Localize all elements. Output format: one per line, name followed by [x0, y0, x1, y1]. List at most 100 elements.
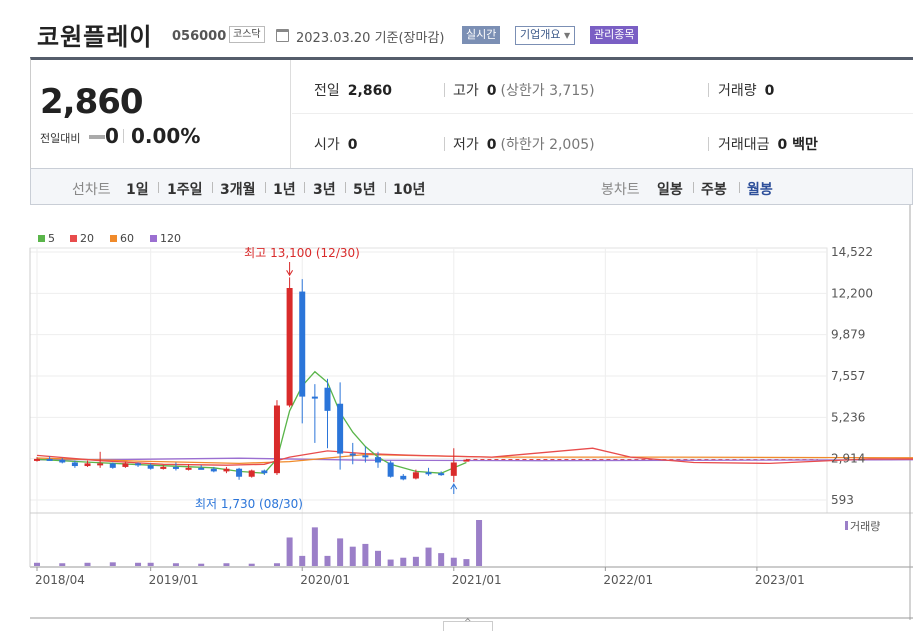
- volume-bar: [273, 563, 280, 566]
- period-10y[interactable]: 10년: [393, 179, 425, 199]
- candle-body: [400, 475, 407, 480]
- period-3y[interactable]: 3년: [313, 179, 336, 199]
- candle-body: [46, 458, 53, 461]
- candles: [34, 277, 470, 483]
- ma20-line: [36, 447, 913, 466]
- volume-value: 0: [764, 83, 775, 99]
- legend-label: 5: [48, 232, 55, 245]
- period-1y[interactable]: 1년: [273, 179, 296, 199]
- candle-body: [375, 457, 382, 463]
- company-overview-label: 기업개요: [520, 28, 561, 41]
- candle-body: [223, 468, 230, 472]
- max-annotation: 최고 13,100 (12/30): [244, 246, 360, 260]
- realtime-button[interactable]: 실시간: [462, 26, 501, 44]
- prev-close-label: 전일: [314, 83, 340, 99]
- candle-body: [109, 463, 116, 468]
- chevron-up-icon: ^: [464, 618, 472, 628]
- candle-body: [324, 387, 331, 411]
- divider: [693, 182, 694, 193]
- candle-weekly[interactable]: 주봉: [701, 179, 727, 199]
- legend-label: 120: [160, 232, 181, 245]
- candle-body: [299, 291, 306, 397]
- high-price: 고가 0 (상한가 3,715): [453, 80, 595, 100]
- volume-bar: [324, 555, 331, 566]
- candle-body: [349, 453, 356, 456]
- volume-bar: [147, 562, 154, 566]
- legend-label: 60: [120, 232, 134, 245]
- period-1d[interactable]: 1일: [126, 179, 149, 199]
- volume-bar: [286, 537, 293, 566]
- legend-swatch: [150, 235, 157, 242]
- period-5y[interactable]: 5년: [353, 179, 376, 199]
- candle-body: [71, 462, 78, 467]
- candle-body: [438, 473, 445, 476]
- line-chart-label: 선차트: [72, 182, 111, 198]
- admin-issue-badge: 관리종목: [590, 26, 639, 44]
- candle-body: [311, 396, 318, 399]
- divider: [385, 182, 386, 193]
- high-label: 고가: [453, 83, 479, 99]
- divider: [444, 137, 445, 151]
- candle-body: [122, 463, 129, 467]
- x-tick-label: 2023/01: [755, 573, 805, 587]
- price-summary: 2,860 전일대비 0 0.00% 전일 2,860 고가 0 (상한가 3,715…: [30, 57, 913, 168]
- candle-body: [135, 463, 142, 466]
- y-tick-label: 2,914: [831, 452, 865, 466]
- divider: [708, 137, 709, 151]
- upper-limit: (상한가 3,715): [500, 83, 595, 99]
- candle-body: [362, 455, 369, 458]
- candle-daily[interactable]: 일봉: [657, 179, 683, 199]
- stock-chart: 5 20 60 120 14,522 12,200 9,879 7,557 5,236 2,91…: [29, 205, 913, 620]
- moving-average-lines: [36, 370, 913, 474]
- y-tick-label: 7,557: [831, 369, 865, 383]
- y-tick-label: 12,200: [831, 286, 873, 300]
- company-overview-dropdown[interactable]: 기업개요 ▼: [515, 26, 576, 45]
- volume-bar: [425, 547, 432, 566]
- candle-body: [248, 470, 255, 477]
- amount-value: 0 백만: [777, 137, 818, 153]
- y-tick-label: 9,879: [831, 328, 865, 342]
- chevron-down-icon: ▼: [563, 31, 571, 40]
- candle-monthly[interactable]: 월봉: [747, 179, 773, 199]
- price-details: 전일 2,860 고가 0 (상한가 3,715) 거래량 0 시가 0 저가 0 (하한가 …: [292, 60, 913, 168]
- low-value: 0: [486, 137, 497, 153]
- candle-body: [210, 468, 217, 472]
- volume-bar: [349, 546, 356, 566]
- volume-bar: [223, 563, 230, 566]
- volume-bar: [109, 562, 116, 566]
- period-selector: 선차트 1일 1주일 3개월 1년 3년 5년 10년 봉차트 일봉 주봉 월봉: [30, 168, 913, 205]
- legend-label: 20: [80, 232, 94, 245]
- candle-body: [185, 467, 192, 470]
- y-tick-label: 593: [831, 493, 854, 507]
- x-tick-label: 2022/01: [603, 573, 653, 587]
- period-1w[interactable]: 1주일: [167, 179, 203, 199]
- current-price-box: 2,860 전일대비 0 0.00%: [31, 60, 291, 168]
- chart-collapse-toggle[interactable]: ^: [443, 618, 493, 631]
- change-value: 0: [105, 124, 119, 148]
- candle-chart-label: 봉차트: [601, 182, 640, 198]
- divider: [158, 182, 159, 193]
- chart-grid: [29, 205, 913, 620]
- divider: [739, 182, 740, 193]
- volume-bar: [34, 562, 40, 566]
- calendar-icon: [276, 29, 289, 42]
- volume-bar: [362, 543, 369, 566]
- y-tick-label: 5,236: [831, 410, 865, 424]
- volume-bars: [34, 520, 483, 566]
- as-of-date: 2023.03.20 기준(장마감): [296, 31, 445, 46]
- volume-legend: 거래량: [850, 520, 880, 533]
- candle-body: [261, 470, 268, 474]
- market-badge: 코스닥: [229, 26, 265, 43]
- volume-bar: [59, 563, 66, 566]
- volume-bar: [299, 555, 306, 566]
- divider: [292, 113, 913, 114]
- candle-body: [286, 288, 293, 406]
- min-annotation: 최저 1,730 (08/30): [195, 497, 303, 511]
- stock-header: 코원플레이 056000 코스닥 2023.03.20 기준(장마감) 실시간 …: [0, 0, 913, 58]
- period-3m[interactable]: 3개월: [220, 179, 256, 199]
- volume-bar: [450, 557, 457, 566]
- x-axis: 2018/04 2019/01 2020/01 2021/01 2022/01 2023/…: [35, 567, 805, 587]
- candle-body: [273, 405, 280, 474]
- volume-bar: [387, 559, 394, 566]
- y-tick-label: 14,522: [831, 245, 873, 259]
